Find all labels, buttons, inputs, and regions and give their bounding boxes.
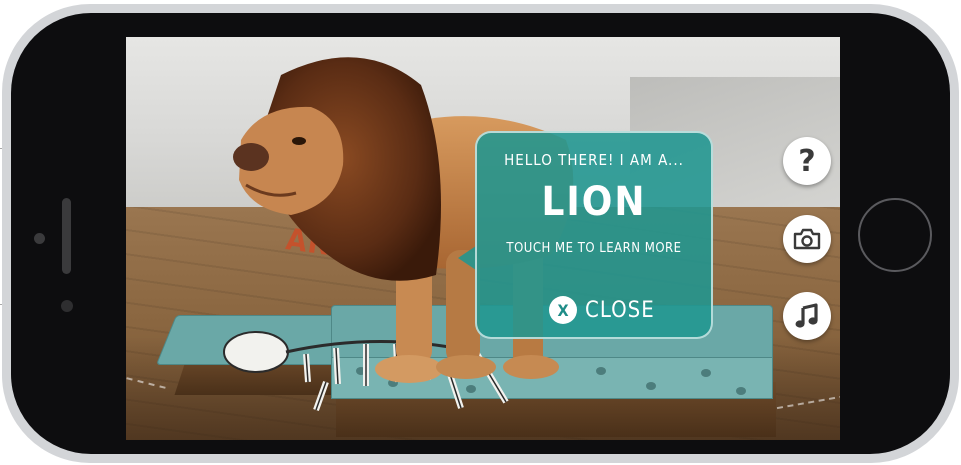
paw-print [701,369,711,377]
front-camera [61,300,73,312]
paw-print [646,382,656,390]
close-icon: X [549,296,577,324]
learn-more-hint[interactable]: TOUCH ME TO LEARN MORE [477,241,711,256]
camera-icon [793,228,821,250]
animal-name: LION [541,179,647,225]
help-button[interactable]: ? [783,137,831,185]
earpiece-speaker [62,198,71,274]
proximity-sensor [34,233,45,244]
paw-print [596,367,606,375]
greeting-text: HELLO THERE! I AM A... [504,151,684,169]
paw-print [736,387,746,395]
music-button[interactable] [783,292,831,340]
music-note-icon [795,303,818,328]
camera-button[interactable] [783,215,831,263]
close-button[interactable]: X CLOSE [549,293,655,327]
power-button [214,4,280,10]
close-label: CLOSE [585,297,655,323]
animal-info-bubble[interactable]: HELLO THERE! I AM A... LION TOUCH ME TO … [475,131,713,339]
help-icon: ? [798,143,816,179]
bubble-tail [458,246,476,270]
home-button[interactable] [858,198,932,272]
